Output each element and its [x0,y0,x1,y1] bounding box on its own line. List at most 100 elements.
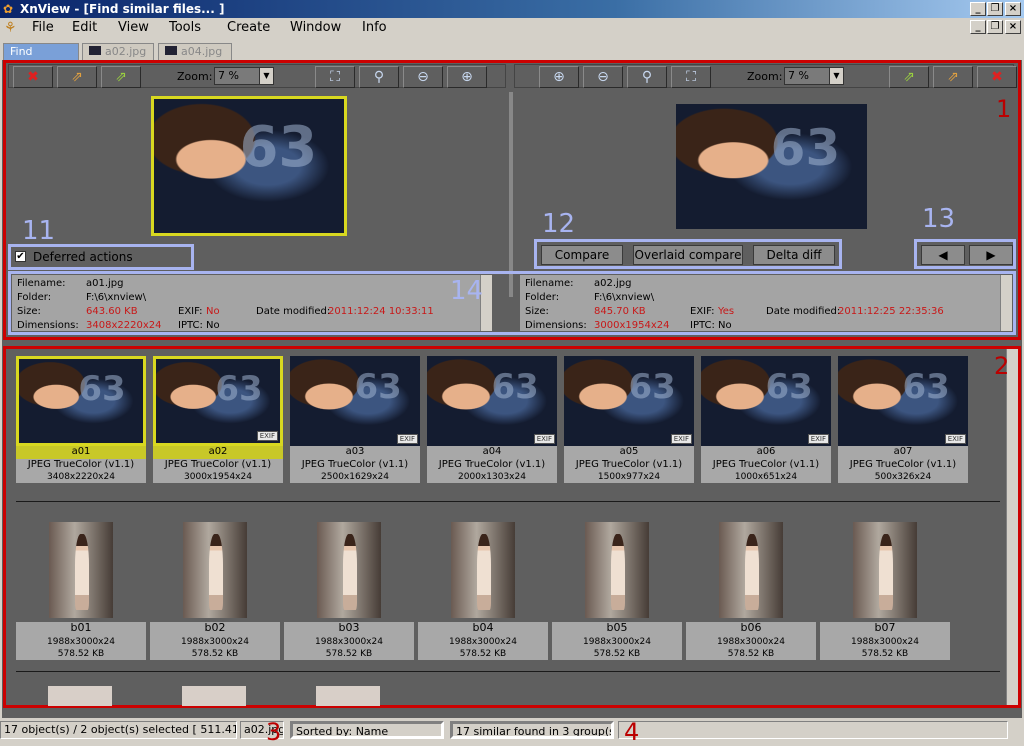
compare-region [3,60,1021,340]
thumbnail-name: b07 [820,622,950,636]
thumbnail-image [853,522,917,618]
tab-find-similar[interactable]: Find similar [3,43,79,73]
thumbnail-dimensions: 2000x1303x24 [427,471,557,483]
thumbnail-name: a06 [701,446,831,459]
thumbnail-type: JPEG TrueColor (v1.1) [701,459,831,471]
group-divider [16,501,1000,502]
thumbnail-size: 578.52 KB [16,648,146,660]
menu-file[interactable]: File [32,20,54,35]
photo-figure [476,533,491,611]
thumbnail-b[interactable]: b07 1988x3000x24 578.52 KB [820,518,950,660]
thumbnail-name: b06 [686,622,816,636]
thumbnail-image: 63 [16,356,146,446]
thumbnail-a[interactable]: 63 EXIF a03 JPEG TrueColor (v1.1) 2500x1629x… [290,356,420,484]
group-c-thumb[interactable] [316,686,380,706]
group-c-thumb[interactable] [182,686,246,706]
window-title: XnView - [Find similar files... ] [20,2,225,16]
thumbnail-image [585,522,649,618]
thumbnail-a[interactable]: 63 EXIF a02 JPEG TrueColor (v1.1) 3000x1954x… [153,356,283,484]
group-a: 63 a01 JPEG TrueColor (v1.1) 3408x2220x24 63… [16,356,976,486]
thumbnail-b[interactable]: b02 1988x3000x24 578.52 KB [150,518,280,660]
thumbnail-name: a05 [564,446,694,459]
doc-close-button[interactable]: × [1005,20,1021,34]
thumbnail-a[interactable]: 63 a01 JPEG TrueColor (v1.1) 3408x2220x24 [16,356,146,484]
thumbnail-image [719,522,783,618]
status-similar: 17 similar found in 3 group(s) [450,721,614,739]
exif-badge: EXIF [944,434,966,444]
thumbnail-b[interactable]: b06 1988x3000x24 578.52 KB [686,518,816,660]
annotation-14: 14 [450,276,484,306]
thumbnail-name: a01 [16,446,146,459]
thumbnail-image: 63 EXIF [290,356,420,446]
exif-badge: EXIF [396,434,418,444]
annotation-12: 12 [542,209,576,239]
status-bar: 17 object(s) / 2 object(s) selected [ 51… [0,718,1024,746]
tab-a04[interactable]: a04.jpg [158,43,232,60]
photo-digits: 63 [902,366,950,407]
thumbnail-type: JPEG TrueColor (v1.1) [16,459,146,471]
image-icon [165,46,177,55]
thumbnail-a[interactable]: 63 EXIF a05 JPEG TrueColor (v1.1) 1500x977x2… [564,356,694,484]
thumbnail-dimensions: 500x326x24 [838,471,968,483]
thumbnail-dimensions: 1988x3000x24 [418,636,548,648]
thumbnail-a[interactable]: 63 EXIF a04 JPEG TrueColor (v1.1) 2000x1303x… [427,356,557,484]
tab-a04-label: a04.jpg [181,45,223,58]
thumbnail-name: b01 [16,622,146,636]
photo-digits: 63 [628,366,676,407]
thumbnail-size: 578.52 KB [284,648,414,660]
group-divider [16,671,1000,672]
thumbnail-dimensions: 1988x3000x24 [552,636,682,648]
maximize-button[interactable]: ❐ [987,2,1003,16]
exif-badge: EXIF [670,434,692,444]
thumbnail-image: 63 EXIF [153,356,283,446]
menu-create[interactable]: Create [227,20,270,35]
thumbnail-image: 63 EXIF [564,356,694,446]
thumbnail-name: a02 [153,446,283,459]
menu-tools[interactable]: Tools [169,20,201,35]
thumbnail-type: JPEG TrueColor (v1.1) [564,459,694,471]
doc-minimize-button[interactable]: _ [970,20,986,34]
thumbnail-image [183,522,247,618]
thumbnail-type: JPEG TrueColor (v1.1) [290,459,420,471]
annotation-3: 3 [266,718,282,746]
annotation-11: 11 [22,216,56,246]
photo-digits: 63 [215,369,263,410]
menu-window[interactable]: Window [290,20,341,35]
doc-icon: ⚘ [4,20,17,36]
thumbnail-dimensions: 1000x651x24 [701,471,831,483]
doc-restore-button[interactable]: ❐ [987,20,1003,34]
thumbnail-name: b02 [150,622,280,636]
thumbnail-b[interactable]: b04 1988x3000x24 578.52 KB [418,518,548,660]
thumbnail-type: JPEG TrueColor (v1.1) [838,459,968,471]
group-c-thumb[interactable] [48,686,112,706]
menu-edit[interactable]: Edit [72,20,97,35]
thumbnail-image: 63 EXIF [427,356,557,446]
menu-bar: ⚘ File Edit View Tools Create Window Inf… [0,18,1024,38]
thumbnail-dimensions: 1500x977x24 [564,471,694,483]
thumbnail-b[interactable]: b01 1988x3000x24 578.52 KB [16,518,146,660]
status-objects: 17 object(s) / 2 object(s) selected [ 51… [0,721,237,739]
thumbnail-a[interactable]: 63 EXIF a07 JPEG TrueColor (v1.1) 500x326x24 [838,356,968,484]
menu-view[interactable]: View [118,20,149,35]
photo-figure [208,533,223,611]
find-similar-panel: ✖ ⇗ ⇗ Zoom: 7 % ▼ ⛶ ⚲ ⊖ ⊕ ⊕ ⊖ ⚲ ⛶ Zoom: 7… [2,60,1022,740]
close-window-button[interactable]: × [1005,2,1021,16]
thumbnail-image [49,522,113,618]
photo-digits: 63 [765,366,813,407]
thumbnail-a[interactable]: 63 EXIF a06 JPEG TrueColor (v1.1) 1000x651x2… [701,356,831,484]
tab-a02[interactable]: a02.jpg [82,43,154,60]
thumbnail-size: 578.52 KB [552,648,682,660]
title-bar: ✿ XnView - [Find similar files... ] _ ❐ … [0,0,1024,18]
thumbnail-dimensions: 2500x1629x24 [290,471,420,483]
thumbnail-image: 63 EXIF [701,356,831,446]
thumbnail-b[interactable]: b03 1988x3000x24 578.52 KB [284,518,414,660]
status-sorted[interactable]: Sorted by: Name [290,721,444,739]
thumbnail-dimensions: 1988x3000x24 [284,636,414,648]
results-scrollbar[interactable] [1006,349,1018,705]
thumbnail-b[interactable]: b05 1988x3000x24 578.52 KB [552,518,682,660]
minimize-button[interactable]: _ [970,2,986,16]
menu-info[interactable]: Info [362,20,387,35]
exif-badge: EXIF [807,434,829,444]
exif-badge: EXIF [256,431,278,441]
photo-figure [878,533,893,611]
